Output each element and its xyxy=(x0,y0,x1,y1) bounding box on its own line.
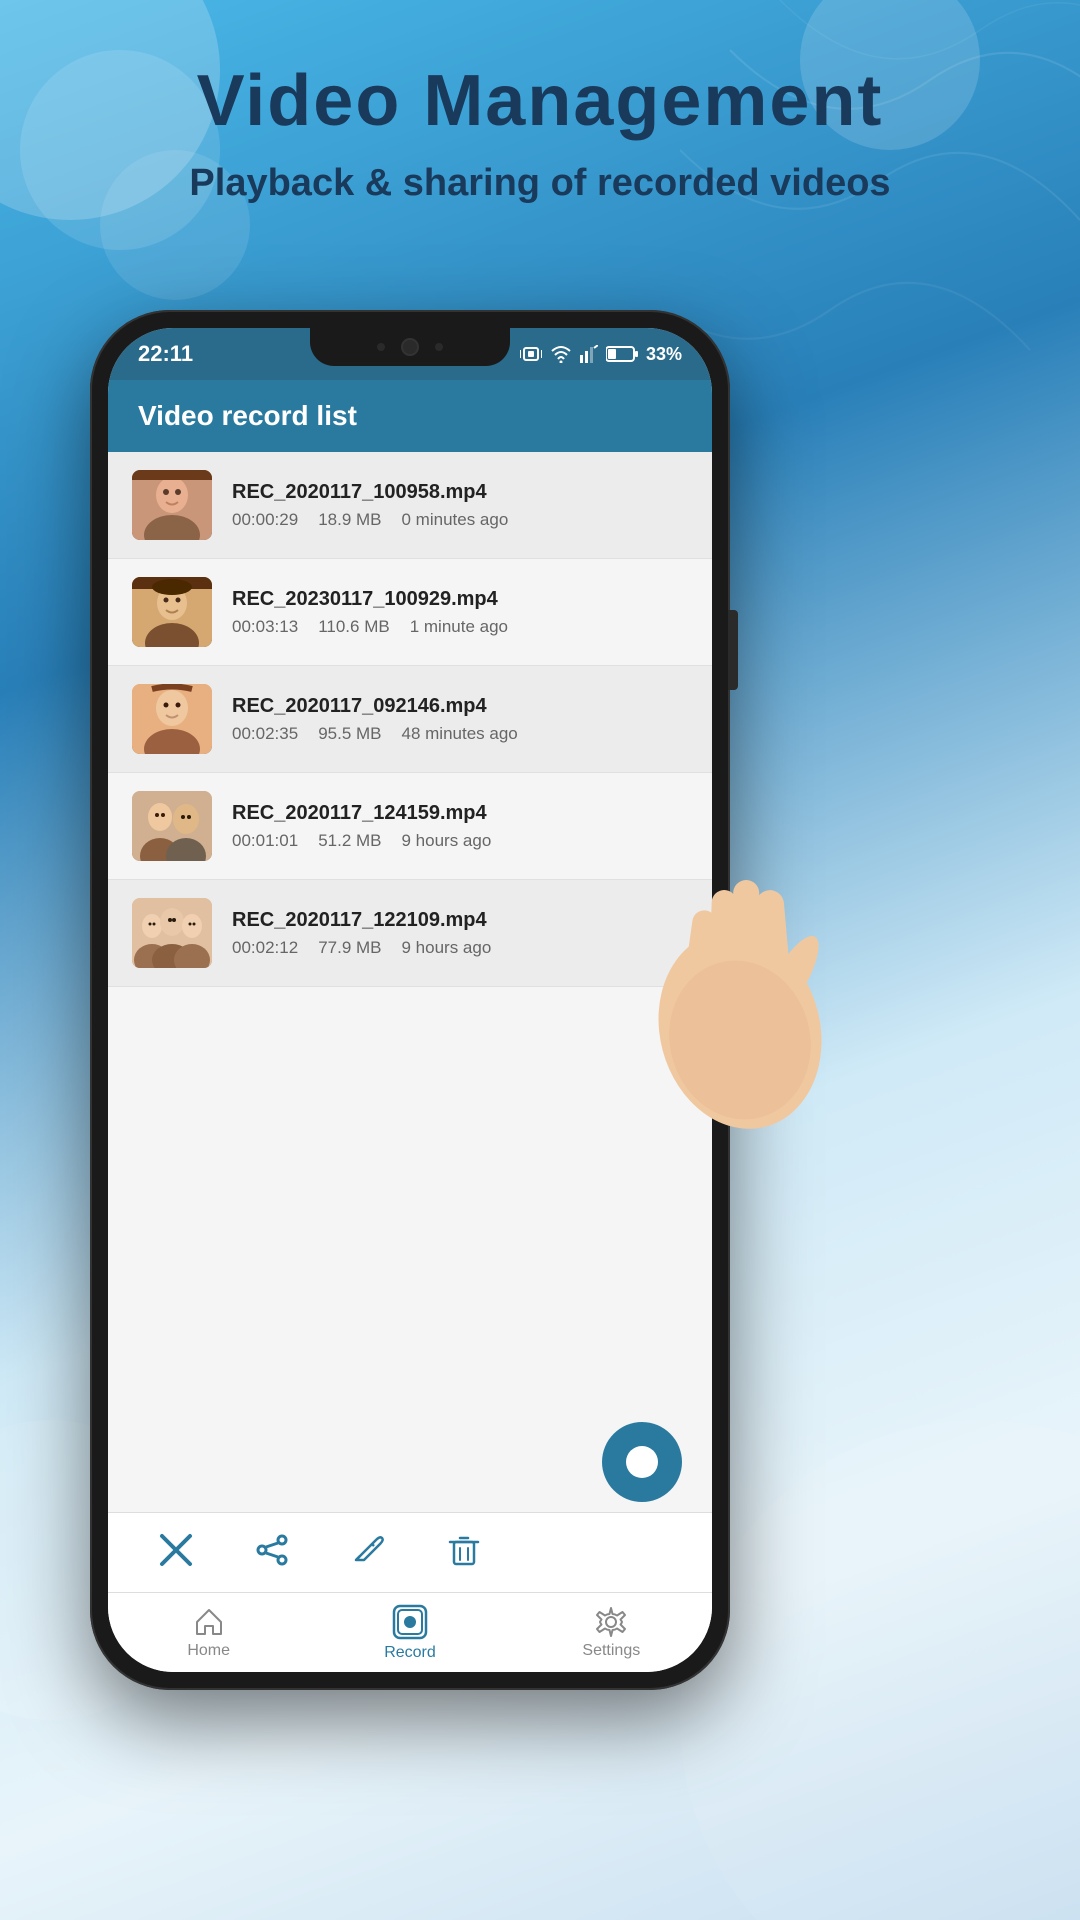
edit-button[interactable] xyxy=(350,1532,386,1573)
video-list[interactable]: REC_2020117_100958.mp4 00:00:29 18.9 MB … xyxy=(108,452,712,1512)
subtitle: Playback & sharing of recorded videos xyxy=(60,162,1020,205)
record-dot-icon xyxy=(626,1446,658,1478)
video-info-5: REC_2020117_122109.mp4 00:02:12 77.9 MB … xyxy=(232,909,688,958)
video-time-3: 48 minutes ago xyxy=(402,724,518,744)
video-size-4: 51.2 MB xyxy=(318,831,381,851)
video-filename-3: REC_2020117_092146.mp4 xyxy=(232,695,688,718)
video-time-5: 9 hours ago xyxy=(402,938,492,958)
share-button[interactable] xyxy=(254,1532,290,1573)
bottom-toolbar xyxy=(108,1512,712,1592)
nav-label-home: Home xyxy=(187,1642,230,1660)
notch-sensor xyxy=(377,343,385,351)
phone-side-button xyxy=(728,610,738,690)
status-icons: 33% xyxy=(520,344,682,365)
video-meta-4: 00:01:01 51.2 MB 9 hours ago xyxy=(232,831,688,851)
video-size-3: 95.5 MB xyxy=(318,724,381,744)
app-header-title: Video record list xyxy=(138,400,357,432)
vibrate-icon xyxy=(520,344,542,364)
video-size-1: 18.9 MB xyxy=(318,510,381,530)
nav-label-settings: Settings xyxy=(582,1642,640,1660)
video-time-4: 9 hours ago xyxy=(402,831,492,851)
nav-item-settings[interactable]: Settings xyxy=(511,1606,712,1660)
video-size-2: 110.6 MB xyxy=(318,617,390,637)
video-filename-2: REC_20230117_100929.mp4 xyxy=(232,588,688,611)
video-filename-5: REC_2020117_122109.mp4 xyxy=(232,909,688,932)
close-icon xyxy=(158,1532,194,1568)
video-thumbnail-3 xyxy=(132,684,212,754)
video-duration-3: 00:02:35 xyxy=(232,724,298,744)
video-thumbnail-1 xyxy=(132,470,212,540)
video-meta-2: 00:03:13 110.6 MB 1 minute ago xyxy=(232,617,688,637)
record-fab-button[interactable] xyxy=(602,1422,682,1502)
main-title: Video Management xyxy=(60,60,1020,142)
close-button[interactable] xyxy=(158,1532,194,1573)
notch-sensor-2 xyxy=(435,343,443,351)
battery-percentage: 33% xyxy=(646,344,682,365)
header-section: Video Management Playback & sharing of r… xyxy=(0,60,1080,205)
video-time-1: 0 minutes ago xyxy=(402,510,509,530)
bottom-navigation: Home Record Setti xyxy=(108,1592,712,1672)
edit-icon xyxy=(350,1532,386,1568)
record-nav-icon xyxy=(392,1604,428,1640)
video-duration-2: 00:03:13 xyxy=(232,617,298,637)
settings-icon xyxy=(595,1606,627,1638)
delete-button[interactable] xyxy=(446,1532,482,1573)
video-filename-1: REC_2020117_100958.mp4 xyxy=(232,481,688,504)
video-info-1: REC_2020117_100958.mp4 00:00:29 18.9 MB … xyxy=(232,481,688,530)
video-duration-4: 00:01:01 xyxy=(232,831,298,851)
home-icon xyxy=(193,1606,225,1638)
video-meta-5: 00:02:12 77.9 MB 9 hours ago xyxy=(232,938,688,958)
hand-gesture xyxy=(630,810,890,1130)
video-duration-5: 00:02:12 xyxy=(232,938,298,958)
nav-label-record: Record xyxy=(384,1644,436,1662)
video-info-4: REC_2020117_124159.mp4 00:01:01 51.2 MB … xyxy=(232,802,688,851)
video-item-5[interactable]: REC_2020117_122109.mp4 00:02:12 77.9 MB … xyxy=(108,880,712,987)
video-time-2: 1 minute ago xyxy=(410,617,508,637)
video-thumbnail-2 xyxy=(132,577,212,647)
status-time: 22:11 xyxy=(138,341,193,367)
video-size-5: 77.9 MB xyxy=(318,938,381,958)
signal-icon xyxy=(580,345,598,363)
video-thumbnail-4 xyxy=(132,791,212,861)
video-filename-4: REC_2020117_124159.mp4 xyxy=(232,802,688,825)
phone-screen: 22:11 xyxy=(108,328,712,1672)
wifi-icon xyxy=(550,345,572,363)
video-info-3: REC_2020117_092146.mp4 00:02:35 95.5 MB … xyxy=(232,695,688,744)
video-item-3[interactable]: REC_2020117_092146.mp4 00:02:35 95.5 MB … xyxy=(108,666,712,773)
phone-mockup: 22:11 xyxy=(90,310,730,1700)
video-meta-1: 00:00:29 18.9 MB 0 minutes ago xyxy=(232,510,688,530)
video-duration-1: 00:00:29 xyxy=(232,510,298,530)
video-item-1[interactable]: REC_2020117_100958.mp4 00:00:29 18.9 MB … xyxy=(108,452,712,559)
battery-icon xyxy=(606,345,638,363)
phone-notch xyxy=(310,328,510,366)
app-header: Video record list xyxy=(108,380,712,452)
share-icon xyxy=(254,1532,290,1568)
nav-item-home[interactable]: Home xyxy=(108,1606,309,1660)
video-item-2[interactable]: REC_20230117_100929.mp4 00:03:13 110.6 M… xyxy=(108,559,712,666)
nav-item-record[interactable]: Record xyxy=(309,1604,510,1662)
delete-icon xyxy=(446,1532,482,1568)
video-thumbnail-5 xyxy=(132,898,212,968)
video-meta-3: 00:02:35 95.5 MB 48 minutes ago xyxy=(232,724,688,744)
video-info-2: REC_20230117_100929.mp4 00:03:13 110.6 M… xyxy=(232,588,688,637)
video-item-4[interactable]: REC_2020117_124159.mp4 00:01:01 51.2 MB … xyxy=(108,773,712,880)
notch-camera xyxy=(401,338,419,356)
